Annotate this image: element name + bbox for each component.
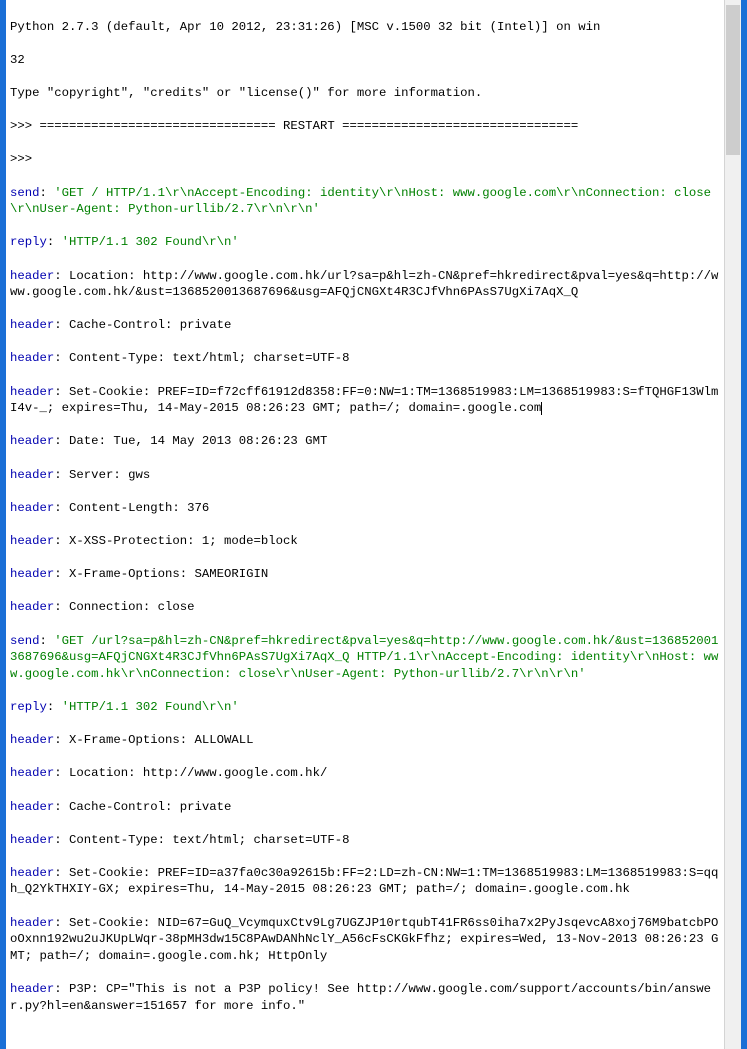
header-line: header: Cache-Control: private (10, 317, 721, 334)
text-cursor (541, 402, 542, 415)
header-line: header: Content-Type: text/html; charset… (10, 832, 721, 849)
scrollbar-thumb[interactable] (726, 5, 740, 155)
header-line: header: Connection: close (10, 599, 721, 616)
console-output[interactable]: Python 2.7.3 (default, Apr 10 2012, 23:3… (6, 0, 741, 1049)
send-line: send: 'GET / HTTP/1.1\r\nAccept-Encoding… (10, 185, 721, 218)
header-line: header: Date: Tue, 14 May 2013 08:26:23 … (10, 433, 721, 450)
header-line: header: Content-Length: 376 (10, 500, 721, 517)
banner-line: Python 2.7.3 (default, Apr 10 2012, 23:3… (10, 19, 721, 36)
header-line: header: Location: http://www.google.com.… (10, 765, 721, 782)
prompt-line: >>> (10, 151, 721, 168)
header-line: header: Content-Type: text/html; charset… (10, 350, 721, 367)
banner-line: 32 (10, 52, 721, 69)
header-line: header: Server: gws (10, 467, 721, 484)
shell-window: Python 2.7.3 (default, Apr 10 2012, 23:3… (0, 0, 747, 1049)
reply-line: reply: 'HTTP/1.1 302 Found\r\n' (10, 234, 721, 251)
header-line: header: Location: http://www.google.com.… (10, 268, 721, 301)
header-line: header: X-XSS-Protection: 1; mode=block (10, 533, 721, 550)
header-line: header: Set-Cookie: NID=67=GuQ_VcymquxCt… (10, 915, 721, 965)
header-line: header: X-Frame-Options: ALLOWALL (10, 732, 721, 749)
scrollbar[interactable] (724, 0, 741, 1049)
reply-line: reply: 'HTTP/1.1 302 Found\r\n' (10, 699, 721, 716)
restart-line: >>> ================================ RES… (10, 118, 721, 135)
header-line: header: Set-Cookie: PREF=ID=a37fa0c30a92… (10, 865, 721, 898)
header-line: header: X-Frame-Options: SAMEORIGIN (10, 566, 721, 583)
banner-typeinfo: Type "copyright", "credits" or "license(… (10, 85, 721, 102)
header-line: header: Cache-Control: private (10, 799, 721, 816)
header-line: header: P3P: CP="This is not a P3P polic… (10, 981, 721, 1014)
header-line: header: Set-Cookie: PREF=ID=f72cff61912d… (10, 384, 721, 417)
send-line: send: 'GET /url?sa=p&hl=zh-CN&pref=hkred… (10, 633, 721, 683)
